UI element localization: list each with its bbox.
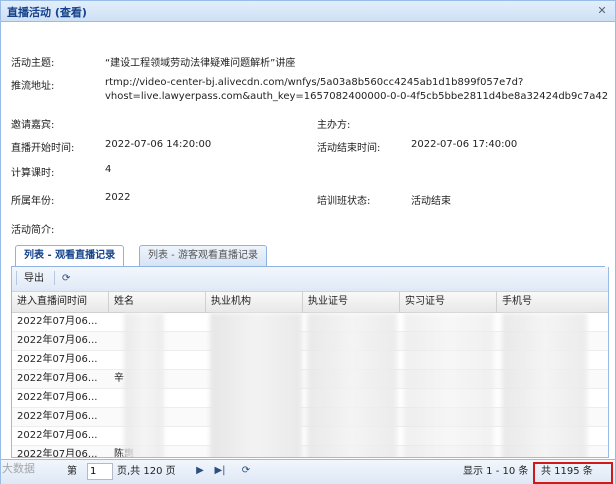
page-count-text: 页,共 120 页	[117, 466, 176, 477]
year-label: 所属年份:	[11, 196, 55, 207]
column-header-time[interactable]: 进入直播间时间	[12, 292, 109, 312]
live-activity-dialog: 直播活动 (查看) ✕ 活动主题: “建设工程领域劳动法律疑难问题解析”讲座 推…	[0, 0, 616, 484]
toolbar-separator	[16, 271, 17, 285]
dialog-title: 直播活动 (查看)	[7, 6, 87, 19]
refresh-icon[interactable]: ⟳	[239, 464, 253, 478]
cell-time: 2022年07月06...	[17, 354, 98, 365]
export-button[interactable]: 导出	[24, 271, 44, 287]
column-header-phone[interactable]: 手机号	[497, 292, 607, 312]
redacted-name-column	[124, 313, 164, 457]
grid-toolbar: 导出 ⟳	[12, 267, 608, 292]
column-header-license[interactable]: 执业证号	[303, 292, 400, 312]
display-range-text: 显示 1 - 10 条	[463, 466, 529, 477]
grid-header: 进入直播间时间 姓名 执业机构 执业证号 实习证号 手机号	[12, 292, 608, 313]
page-number-input[interactable]	[87, 463, 113, 480]
last-page-icon[interactable]: ▶|	[213, 464, 227, 478]
end-time-label: 活动结束时间:	[317, 143, 381, 154]
redacted-phone-column	[502, 313, 587, 457]
cell-time: 2022年07月06...	[17, 392, 98, 403]
redacted-org-column	[210, 313, 302, 457]
cell-time: 2022年07月06...	[17, 335, 98, 346]
total-count-text: 共 1195 条	[541, 466, 593, 477]
records-grid: 导出 ⟳ 进入直播间时间 姓名 执业机构 执业证号 实习证号 手机号 2022年…	[11, 267, 609, 458]
cell-time: 2022年07月06...	[17, 430, 98, 441]
topic-value: “建设工程领域劳动法律疑难问题解析”讲座	[105, 58, 296, 69]
watermark-text: 大数据	[2, 462, 35, 475]
redacted-license-column	[307, 313, 397, 457]
page-prefix: 第	[67, 466, 77, 477]
hours-label: 计算课时:	[11, 168, 55, 179]
status-value: 活动结束	[411, 196, 451, 207]
next-page-icon[interactable]: ▶	[193, 464, 207, 478]
host-label: 主办方:	[317, 120, 351, 131]
topic-label: 活动主题:	[11, 58, 55, 69]
column-header-intern-license[interactable]: 实习证号	[400, 292, 497, 312]
tab-guest-records[interactable]: 列表 - 游客观看直播记录	[139, 245, 267, 266]
toolbar-separator	[54, 271, 55, 285]
start-time-value: 2022-07-06 14:20:00	[105, 139, 212, 150]
tab-live-records[interactable]: 列表 - 观看直播记录	[15, 245, 125, 267]
cell-time: 2022年07月06...	[17, 373, 98, 384]
column-header-name[interactable]: 姓名	[109, 292, 206, 312]
dialog-titlebar[interactable]: 直播活动 (查看) ✕	[1, 1, 615, 22]
cell-time: 2022年07月06...	[17, 316, 98, 327]
year-value: 2022	[105, 192, 131, 203]
hours-value: 4	[105, 164, 112, 175]
stream-url-label: 推流地址:	[11, 81, 55, 92]
close-icon[interactable]: ✕	[595, 4, 609, 18]
cell-time: 2022年07月06...	[17, 449, 98, 458]
guest-label: 邀请嘉宾:	[11, 120, 55, 131]
grid-body: 2022年07月06... 2022年07月06... 2022年07月06..…	[12, 313, 608, 457]
refresh-icon[interactable]: ⟳	[62, 271, 70, 287]
intro-label: 活动简介:	[11, 225, 55, 236]
redacted-intern-column	[404, 313, 494, 457]
pagination-bar: 第 页,共 120 页 ▶ ▶| ⟳ 显示 1 - 10 条 共 1195 条	[1, 459, 615, 484]
column-header-org[interactable]: 执业机构	[206, 292, 303, 312]
start-time-label: 直播开始时间:	[11, 143, 75, 154]
cell-time: 2022年07月06...	[17, 411, 98, 422]
status-label: 培训班状态:	[317, 196, 371, 207]
stream-url-line1: rtmp://video-center-bj.alivecdn.com/wnfy…	[105, 77, 524, 88]
stream-url-line2: vhost=live.lawyerpass.com&auth_key=16570…	[105, 91, 609, 102]
end-time-value: 2022-07-06 17:40:00	[411, 139, 518, 150]
